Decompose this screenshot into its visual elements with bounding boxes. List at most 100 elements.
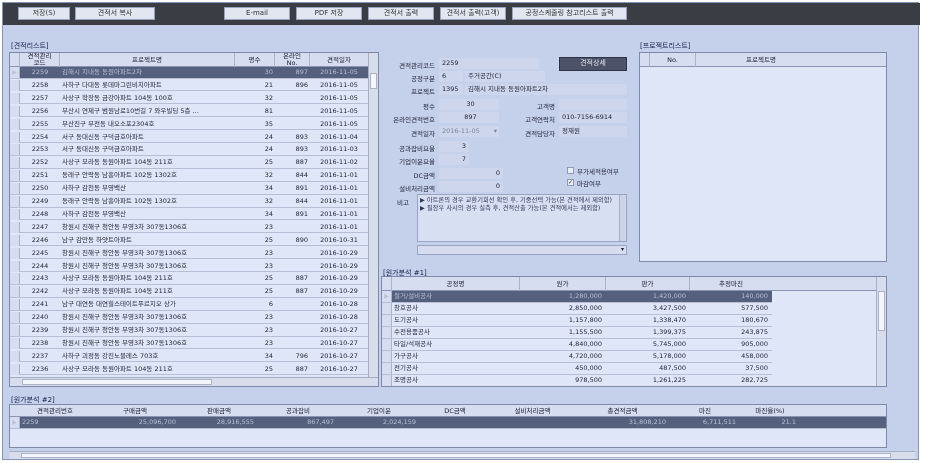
- col-no[interactable]: No.: [650, 53, 696, 67]
- table-row[interactable]: 2252 사상구 모라동 동원아파트 104동 211호 25 887 2016-11-…: [10, 157, 370, 169]
- note-dropdown[interactable]: ▾: [417, 245, 627, 255]
- col-header[interactable]: 판매금액: [180, 405, 258, 417]
- col-header[interactable]: 기업이윤: [338, 405, 420, 417]
- scroll-thumb[interactable]: [370, 73, 377, 89]
- col-header[interactable]: 마진: [670, 405, 740, 417]
- note-scrollbar[interactable]: [619, 195, 626, 241]
- table-row[interactable]: 2239 창원시 진해구 청안동 부영3차 307동1306호 23 2016-10-…: [10, 325, 370, 337]
- code-field[interactable]: 2259: [439, 58, 539, 69]
- table-cell: [277, 299, 308, 310]
- table-row[interactable]: 2254 서구 동대신동 구덕금호아파트 24 893 2016-11-04: [10, 131, 370, 143]
- table-row[interactable]: 2242 사상구 모라동 동원아파트 104동 211호 25 887 2016-10-…: [10, 286, 370, 298]
- col-code[interactable]: 견적관리 코드: [20, 53, 60, 67]
- table-cell: 5,745,000: [652, 340, 686, 348]
- table-row[interactable]: ▶ 2259 25,096,700 28,916,555 867,497 2,024,15…: [10, 417, 886, 429]
- table-row[interactable]: 2256 부산시 연제구 범원남로10번길 7 와우빌딩 5층 ... 81 2016…: [10, 105, 370, 118]
- scroll-thumb[interactable]: [22, 379, 212, 385]
- table-row[interactable]: 수전용품공사 1,155,500 1,399,375 243,875: [382, 327, 772, 339]
- col-header[interactable]: 마진율(%): [740, 405, 800, 417]
- table-cell: 2016-11-05: [320, 93, 358, 102]
- table-row[interactable]: 가구공사 4,720,000 5,178,000 458,000: [382, 351, 772, 363]
- table-cell: 243,875: [741, 328, 768, 336]
- customer-field[interactable]: [559, 99, 627, 110]
- table-row[interactable]: ▶ 2259 김해시 지내동 동원아파트2차 30 897 2016-11-05: [10, 67, 370, 79]
- table-row[interactable]: 전기공사 450,000 487,500 37,500: [382, 363, 772, 375]
- table-row[interactable]: 2253 서구 동대신동 구덕금호아파트 24 893 2016-11-03: [10, 144, 370, 156]
- col-online-no[interactable]: 온라인 No.: [275, 53, 310, 67]
- table-row[interactable]: ▶ 철거/설비공사 1,280,000 1,420,000 140,000: [382, 291, 772, 303]
- table-row[interactable]: 2248 사하구 감천동 부영백산 34 891 2016-11-01: [10, 208, 370, 221]
- copy-estimate-button[interactable]: 견적서 복사: [75, 7, 155, 20]
- table-row[interactable]: 조명공사 978,500 1,261,225 282,725: [382, 375, 772, 386]
- col-margin[interactable]: 추정마진: [690, 277, 772, 291]
- table-row[interactable]: 2258 사하구 다대동 롯데마그린비치아파트 21 896 2016-11-05: [10, 79, 370, 92]
- pdf-save-button[interactable]: PDF 저장: [296, 7, 362, 20]
- col-header[interactable]: DC금액: [420, 405, 490, 417]
- table-cell: 2237: [31, 351, 49, 360]
- close-label: 마감여부: [577, 180, 601, 188]
- overhead-field[interactable]: 3: [439, 141, 469, 152]
- detail-button[interactable]: 견적상세: [559, 57, 627, 71]
- col-cost[interactable]: 원가: [520, 277, 606, 291]
- contact-field[interactable]: 010-7156-6914: [559, 112, 627, 123]
- estimate-list-hscroll[interactable]: [10, 377, 378, 386]
- col-header[interactable]: 총견적금액: [575, 405, 670, 417]
- table-row[interactable]: 2249 동래구 안락동 남흥아파트 102동 1302호 32 844 2016-11…: [10, 196, 370, 208]
- table-row[interactable]: 창호공사 2,850,000 3,427,500 577,500: [382, 303, 772, 315]
- scroll-thumb[interactable]: [878, 291, 885, 331]
- close-checkbox[interactable]: ✓: [567, 179, 574, 186]
- project-value-field[interactable]: 김해시 지내동 동원아파트2차: [465, 84, 627, 95]
- table-row[interactable]: 2247 창원시 진해구 청안동 부영3차 307동1306호 23 2016-11-…: [10, 221, 370, 234]
- table-row[interactable]: 2240 창원시 진해구 청안동 부영3차 307동1306호 23 2016-10-…: [10, 312, 370, 324]
- table-row[interactable]: 2237 사하구 괴정동 강진노블레스 703호 34 796 2016-10-27: [10, 350, 370, 363]
- col-area[interactable]: 평수: [235, 53, 275, 67]
- print-estimate-button[interactable]: 견적서 출력: [368, 7, 434, 20]
- col-project-name[interactable]: 프로젝트명: [60, 53, 235, 67]
- table-row[interactable]: 2257 사상구 학장동 금강아파트 104동 100호 32 2016-11-05: [10, 92, 370, 105]
- table-row[interactable]: 2243 사상구 모라동 동원아파트 104동 211호 25 887 2016-10-…: [10, 273, 370, 285]
- col-process[interactable]: 공정명: [392, 277, 520, 291]
- manager-field[interactable]: 정재원: [559, 126, 627, 137]
- email-button[interactable]: E-mail: [224, 7, 290, 20]
- col-header[interactable]: 설비처리금액: [490, 405, 575, 417]
- table-cell: 2016-11-05: [320, 119, 358, 128]
- type-code-field[interactable]: 6: [439, 71, 463, 82]
- save-button[interactable]: 저장(S): [18, 7, 70, 20]
- project-code-field[interactable]: 1395: [439, 84, 463, 95]
- col-header[interactable]: 공과잡비: [258, 405, 338, 417]
- table-row[interactable]: 2238 창원시 진해구 청안동 부영3차 307동1306호 23 2016-10-…: [10, 337, 370, 350]
- dc-field[interactable]: 0: [439, 168, 503, 179]
- table-cell: 1,399,375: [652, 328, 686, 336]
- table-row[interactable]: 도기공사 1,157,800 1,338,470 180,670: [382, 315, 772, 327]
- table-row[interactable]: 타일/석재공사 4,840,000 5,745,000 905,000: [382, 339, 772, 351]
- col-date[interactable]: 견적일자: [310, 53, 368, 67]
- online-field[interactable]: 897: [439, 112, 499, 123]
- col-project[interactable]: 프로젝트명: [696, 53, 826, 67]
- date-field[interactable]: 2016-11-05 ▾: [439, 126, 499, 137]
- vat-checkbox[interactable]: [567, 167, 574, 174]
- scroll-thumb[interactable]: [21, 453, 891, 458]
- table-cell: 창원시 진해구 청안동 부영3차 307동1306호: [62, 313, 188, 322]
- table-row[interactable]: 2246 남구 감만동 하얏트아파트 25 890 2016-10-31: [10, 234, 370, 247]
- note-textarea[interactable]: ▶ 아트론의 경우 교환기회선 확인 후, 기중선택 가능(본 견적에서 제외함…: [417, 194, 627, 242]
- area-field[interactable]: 30: [439, 99, 499, 110]
- print-estimate-customer-button[interactable]: 견적서 출력(고객): [440, 7, 506, 20]
- table-row[interactable]: 2255 부산진구 부전동 내오소포2304호 35 2016-11-05: [10, 118, 370, 131]
- table-row[interactable]: 2241 남구 대연동 대연힐스테이트푸르지오 상가 6 2016-10-28: [10, 299, 370, 311]
- table-row[interactable]: 2251 동래구 안락동 남흥아파트 102동 1302호 32 844 2016-11…: [10, 170, 370, 182]
- disposal-field[interactable]: 0: [439, 181, 503, 192]
- type-value-field[interactable]: 주거공간(C): [465, 71, 545, 82]
- table-row[interactable]: 2236 사상구 모라동 동원아파트 104동 211호 25 887 2016-10-…: [10, 363, 370, 376]
- cost-analysis1-vscroll[interactable]: [876, 277, 886, 386]
- table-row[interactable]: 2244 창원시 진해구 청안동 부영3차 307동1306호 23 2016-10-…: [10, 260, 370, 272]
- main-hscroll[interactable]: [9, 451, 915, 459]
- table-row[interactable]: 2245 창원시 진해구 청안동 부영3차 307동1306호 23 2016-10-…: [10, 247, 370, 260]
- profit-field[interactable]: 7: [439, 154, 469, 165]
- table-row[interactable]: 2250 사하구 감천동 부영백산 34 891 2016-11-01: [10, 183, 370, 195]
- print-schedule-reference-button[interactable]: 공정스케줄링 참고리스트 출력: [512, 7, 627, 20]
- col-header[interactable]: 구매금액: [90, 405, 180, 417]
- col-header[interactable]: 견적관리번호: [20, 405, 90, 417]
- calendar-dropdown-icon[interactable]: ▾: [494, 126, 497, 137]
- estimate-list-vscroll[interactable]: [368, 53, 378, 377]
- col-price[interactable]: 판가: [606, 277, 690, 291]
